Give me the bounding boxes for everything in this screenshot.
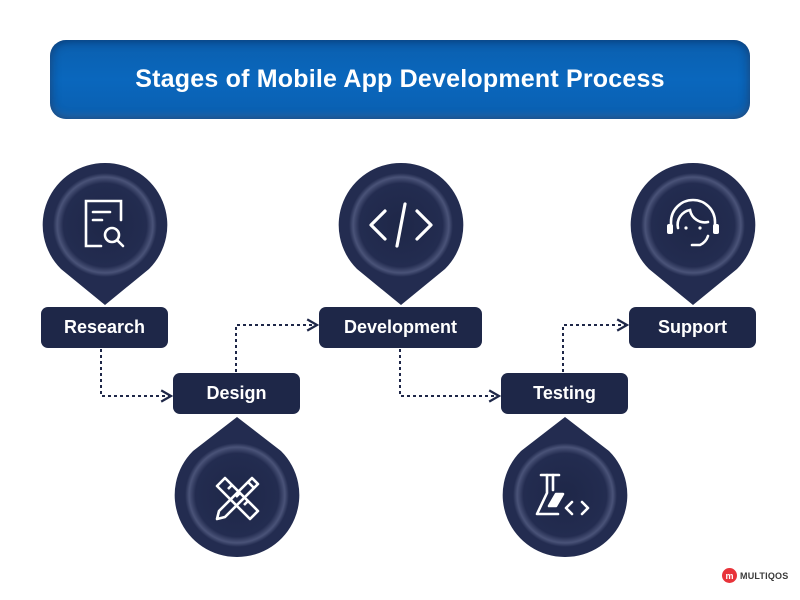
logo-text: MULTIQOS — [740, 570, 789, 581]
process-diagram — [42, 162, 756, 558]
connector-testing-support — [562, 318, 630, 372]
pin-development — [338, 162, 464, 305]
pin-design — [174, 417, 300, 558]
stage-development: Development — [319, 307, 482, 348]
stage-testing: Testing — [501, 373, 628, 414]
brand-logo: m MULTIQOS — [722, 568, 788, 583]
stage-label-support: Support — [658, 317, 727, 337]
stage-label-research: Research — [63, 317, 146, 337]
connector-development-testing — [399, 349, 502, 403]
connector-design-development — [235, 318, 320, 372]
connector-research-design — [100, 349, 174, 403]
stage-label-design: Design — [206, 383, 267, 403]
stage-design: Design — [173, 373, 300, 414]
pin-testing — [502, 417, 628, 558]
stage-label-testing: Testing — [533, 383, 596, 403]
pin-support — [630, 162, 756, 305]
stage-support: Support — [629, 307, 756, 348]
pin-research — [42, 162, 168, 305]
stage-label-development: Development — [343, 317, 458, 337]
stage-research: Research — [41, 307, 168, 348]
logo-mark-icon: m — [722, 568, 737, 583]
